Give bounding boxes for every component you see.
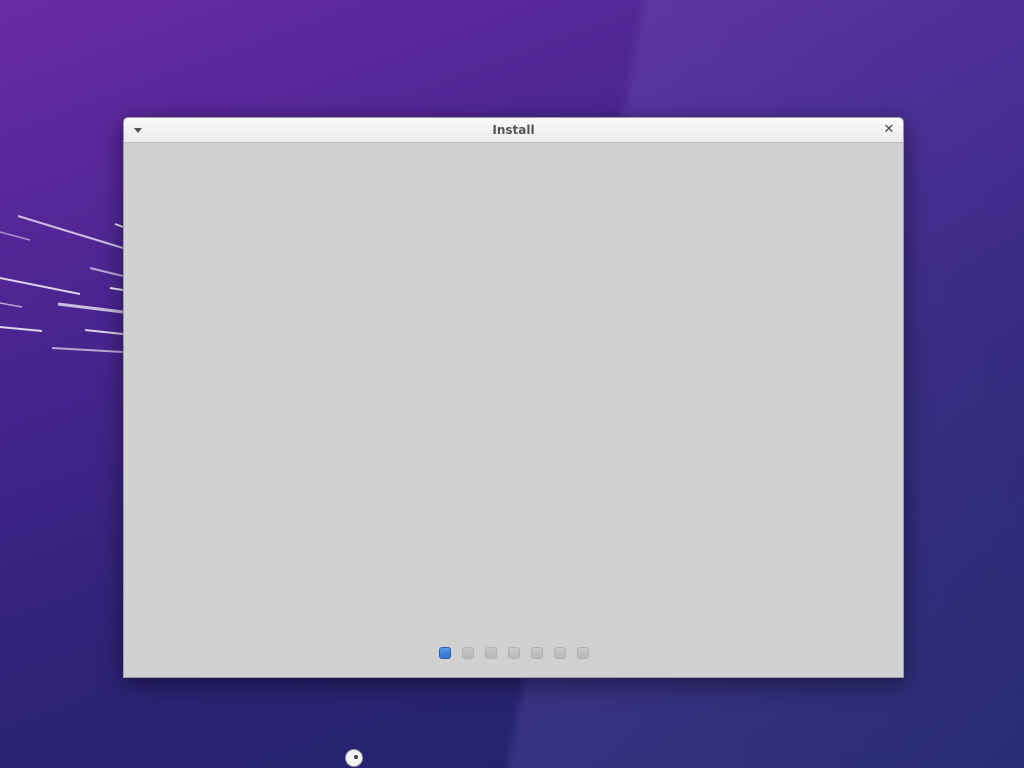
wallpaper-streaks bbox=[0, 215, 124, 353]
close-icon: ✕ bbox=[883, 122, 895, 137]
install-window: Install ✕ bbox=[123, 117, 904, 678]
step-dot bbox=[461, 647, 474, 659]
busy-cursor-icon bbox=[345, 749, 363, 767]
step-dot bbox=[484, 647, 497, 659]
window-titlebar[interactable]: Install ✕ bbox=[124, 118, 903, 143]
step-dot bbox=[530, 647, 543, 659]
step-dot bbox=[576, 647, 589, 659]
close-button[interactable]: ✕ bbox=[881, 122, 897, 138]
step-indicator bbox=[124, 647, 903, 661]
step-dot bbox=[553, 647, 566, 659]
window-content bbox=[124, 143, 903, 677]
step-dot bbox=[507, 647, 520, 659]
window-title: Install bbox=[492, 123, 535, 137]
step-dot-active bbox=[438, 647, 451, 659]
